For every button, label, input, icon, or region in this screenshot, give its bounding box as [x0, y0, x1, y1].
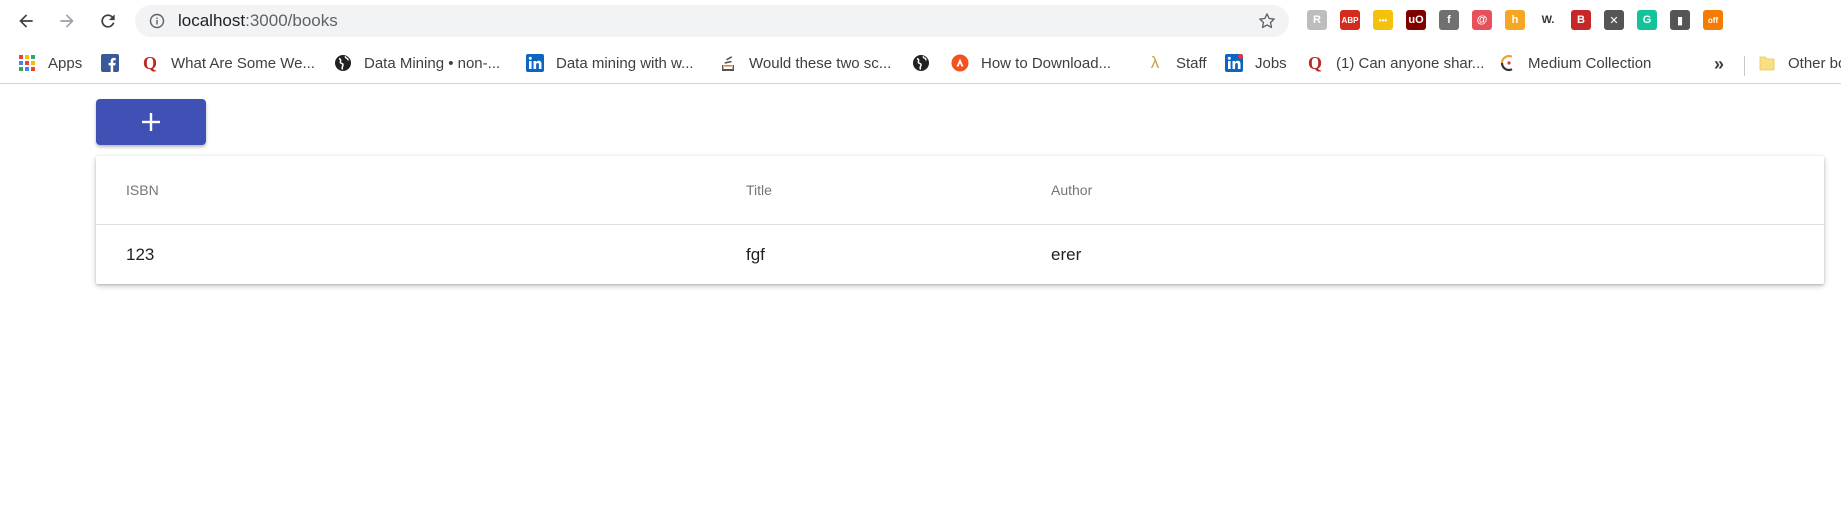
bookmark-quora-2[interactable]: Q (1) Can anyone shar... [1306, 51, 1484, 75]
stackexchange-icon [719, 54, 737, 72]
bookmark-label: Would these two sc... [749, 54, 892, 72]
wordtune-icon[interactable]: W. [1538, 10, 1558, 30]
reload-button[interactable] [94, 7, 122, 35]
browser-toolbar: localhost:3000/books R ABP ••• uO f @ h W. B ✕ G ▮ o… [0, 0, 1841, 42]
bookmark-facebook[interactable] [101, 51, 131, 75]
bookmark-label: (1) Can anyone shar... [1336, 54, 1485, 72]
bookmark-quora-1[interactable]: Q What Are Some We... [141, 51, 315, 75]
bookmark-label: Staff [1176, 54, 1207, 72]
arrow-left-icon [19, 14, 33, 28]
bookmark-label: Apps [48, 54, 83, 72]
adblock-plus-icon[interactable]: ABP [1340, 10, 1360, 30]
table-row[interactable]: 123 fgf erer [96, 225, 1824, 284]
honey-ext-icon[interactable]: h [1505, 10, 1525, 30]
bookmark-data-mining[interactable]: Data Mining • non-... [334, 51, 500, 75]
bookmark-how-to-download[interactable]: How to Download... [951, 51, 1111, 75]
grammarly-icon[interactable]: G [1637, 10, 1657, 30]
arrow-right-icon [60, 14, 74, 28]
bookmark-label: Other bo [1788, 54, 1841, 72]
bookmark-jobs[interactable]: Jobs [1225, 51, 1287, 75]
bookmark-apps[interactable]: Apps [18, 51, 82, 75]
table-header: ISBN Title Author [96, 156, 1824, 225]
address-bar[interactable]: localhost:3000/books [135, 5, 1289, 37]
url-host: localhost [178, 11, 246, 30]
quora-icon: Q [142, 52, 157, 73]
bookmark-label: Data Mining • non-... [364, 54, 501, 72]
bookmark-stackexchange[interactable]: Would these two sc... [719, 51, 891, 75]
url-path: :3000/books [245, 11, 338, 30]
globe-icon [912, 54, 930, 72]
folder-icon [1758, 54, 1776, 72]
linkedin-icon [526, 54, 544, 72]
url-text: localhost:3000/books [178, 12, 338, 30]
off-ext-icon[interactable]: off [1703, 10, 1723, 30]
bookmark-star-icon[interactable] [1257, 11, 1277, 31]
quora-icon: Q [1307, 52, 1322, 73]
lambda-icon: λ [1150, 53, 1160, 72]
info-icon[interactable] [149, 13, 165, 29]
bookmark-globe-2[interactable] [912, 51, 942, 75]
bookmarks-bar: Apps Q What Are Some We... Data Mining •… [0, 42, 1841, 84]
reload-icon [101, 14, 115, 28]
facebook-icon [101, 54, 119, 72]
dark-ext-icon[interactable]: ▮ [1670, 10, 1690, 30]
cell-author: erer [1051, 245, 1082, 264]
back-button[interactable] [12, 7, 40, 35]
apps-grid-icon [18, 54, 36, 72]
medium-icon [1498, 54, 1516, 72]
bookmark-label: Medium Collection [1528, 54, 1652, 72]
reader-icon[interactable]: R [1307, 10, 1327, 30]
forward-button[interactable] [53, 7, 81, 35]
ublock-icon[interactable]: uO [1406, 10, 1426, 30]
globe-icon [334, 54, 352, 72]
mail-ext-icon[interactable]: ✕ [1604, 10, 1624, 30]
orange-circle-icon [951, 54, 969, 72]
facebook-ext-icon[interactable]: f [1439, 10, 1459, 30]
bookmarks-overflow-button[interactable]: » [1714, 54, 1724, 75]
cell-title: fgf [746, 245, 765, 264]
linkedin-icon [1225, 54, 1243, 72]
column-header-isbn[interactable]: ISBN [126, 182, 159, 198]
yellow-ext-icon[interactable]: ••• [1373, 10, 1393, 30]
plus-icon [142, 113, 160, 131]
bookmark-medium[interactable]: Medium Collection [1498, 51, 1651, 75]
bookmark-linkedin-1[interactable]: Data mining with w... [526, 51, 694, 75]
cell-isbn: 123 [126, 245, 155, 264]
bookmark-staff[interactable]: λ Staff [1146, 51, 1207, 75]
column-header-author[interactable]: Author [1051, 182, 1092, 198]
bookmark-label: How to Download... [981, 54, 1112, 72]
add-book-button[interactable] [96, 99, 206, 145]
book-ext-icon[interactable]: B [1571, 10, 1591, 30]
column-header-title[interactable]: Title [746, 182, 772, 198]
bookmark-label: Data mining with w... [556, 54, 694, 72]
books-table: ISBN Title Author 123 fgf erer [96, 156, 1824, 284]
bookmark-label: What Are Some We... [171, 54, 315, 72]
bookmarks-divider [1744, 56, 1745, 76]
bookmark-label: Jobs [1255, 54, 1287, 72]
bookmark-other-bookmarks[interactable]: Other bo [1758, 51, 1841, 75]
swirl-ext-icon[interactable]: @ [1472, 10, 1492, 30]
